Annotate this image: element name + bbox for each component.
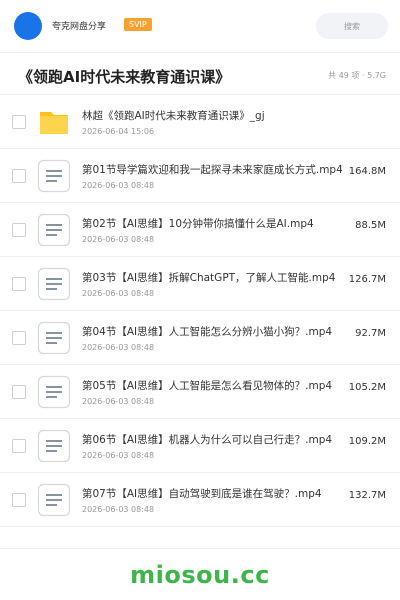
file-row[interactable]: 第03节【AI思维】拆解ChatGPT，了解人工智能.mp4 2026-06-03… bbox=[0, 257, 400, 311]
search-input[interactable] bbox=[316, 13, 388, 39]
document-icon bbox=[37, 159, 71, 193]
item-name: 第03节【AI思维】拆解ChatGPT，了解人工智能.mp4 bbox=[82, 272, 336, 284]
item-date: 2026-06-03 08:48 bbox=[82, 181, 155, 190]
item-date: 2026-06-03 08:48 bbox=[82, 451, 155, 460]
item-size: 164.8M bbox=[348, 166, 386, 177]
file-row[interactable]: 第01节导学篇欢迎和我一起探寻未来家庭成长方式.mp4 2026-06-03 08… bbox=[0, 149, 400, 203]
select-checkbox[interactable] bbox=[12, 223, 26, 237]
item-size: 105.2M bbox=[348, 382, 386, 393]
file-row[interactable]: 第06节【AI思维】机器人为什么可以自己行走？.mp4 2026-06-03 08… bbox=[0, 419, 400, 473]
item-name: 第05节【AI思维】人工智能是怎么看见物体的？.mp4 bbox=[82, 380, 333, 392]
item-date: 2026-06-03 08:48 bbox=[82, 397, 155, 406]
item-size: 126.7M bbox=[348, 274, 386, 285]
item-date: 2026-06-04 15:06 bbox=[82, 127, 155, 136]
select-checkbox[interactable] bbox=[12, 493, 26, 507]
divider bbox=[0, 548, 400, 549]
document-icon bbox=[37, 321, 71, 355]
item-size: 132.7M bbox=[348, 490, 386, 501]
item-date: 2026-06-03 08:48 bbox=[82, 343, 155, 352]
share-owner-name: 夸克网盘分享 bbox=[52, 22, 107, 32]
document-icon bbox=[37, 375, 71, 409]
item-size: 109.2M bbox=[348, 436, 386, 447]
item-count-summary: 共 49 项 · 5.7G bbox=[328, 71, 386, 80]
item-name: 林超《领跑AI时代未来教育通识课》_gj bbox=[82, 110, 265, 122]
select-checkbox[interactable] bbox=[12, 277, 26, 291]
item-date: 2026-06-03 08:48 bbox=[82, 235, 155, 244]
app-header: 夸克网盘分享 SVIP bbox=[0, 0, 400, 53]
document-icon bbox=[37, 429, 71, 463]
item-name: 第06节【AI思维】机器人为什么可以自己行走？.mp4 bbox=[82, 434, 333, 446]
folder-icon bbox=[37, 105, 71, 139]
document-icon bbox=[37, 267, 71, 301]
select-checkbox[interactable] bbox=[12, 115, 26, 129]
item-size: 92.7M bbox=[355, 328, 386, 339]
select-checkbox[interactable] bbox=[12, 439, 26, 453]
file-list: 林超《领跑AI时代未来教育通识课》_gj 2026-06-04 15:06 第01节… bbox=[0, 95, 400, 527]
select-checkbox[interactable] bbox=[12, 385, 26, 399]
watermark: miosou.cc bbox=[130, 561, 270, 589]
select-checkbox[interactable] bbox=[12, 169, 26, 183]
document-icon bbox=[37, 213, 71, 247]
folder-row[interactable]: 林超《领跑AI时代未来教育通识课》_gj 2026-06-04 15:06 bbox=[0, 95, 400, 149]
file-row[interactable]: 第07节【AI思维】自动驾驶到底是谁在驾驶？.mp4 2026-06-03 08:… bbox=[0, 473, 400, 527]
item-name: 第02节【AI思维】10分钟带你搞懂什么是AI.mp4 bbox=[82, 218, 314, 230]
file-row[interactable]: 第02节【AI思维】10分钟带你搞懂什么是AI.mp4 2026-06-03 08… bbox=[0, 203, 400, 257]
item-date: 2026-06-03 08:48 bbox=[82, 289, 155, 298]
document-icon bbox=[37, 483, 71, 517]
page-title: 《领跑AI时代未来教育通识课》 bbox=[18, 68, 231, 86]
item-name: 第07节【AI思维】自动驾驶到底是谁在驾驶？.mp4 bbox=[82, 488, 322, 500]
item-date: 2026-06-03 08:48 bbox=[82, 505, 155, 514]
item-size: 88.5M bbox=[355, 220, 386, 231]
svip-badge: SVIP bbox=[124, 18, 152, 31]
item-name: 第01节导学篇欢迎和我一起探寻未来家庭成长方式.mp4 bbox=[82, 164, 343, 176]
item-name: 第04节【AI思维】人工智能怎么分辨小猫小狗？.mp4 bbox=[82, 326, 333, 338]
avatar[interactable] bbox=[14, 12, 42, 40]
file-row[interactable]: 第05节【AI思维】人工智能是怎么看见物体的？.mp4 2026-06-03 08… bbox=[0, 365, 400, 419]
select-checkbox[interactable] bbox=[12, 331, 26, 345]
file-row[interactable]: 第04节【AI思维】人工智能怎么分辨小猫小狗？.mp4 2026-06-03 08… bbox=[0, 311, 400, 365]
